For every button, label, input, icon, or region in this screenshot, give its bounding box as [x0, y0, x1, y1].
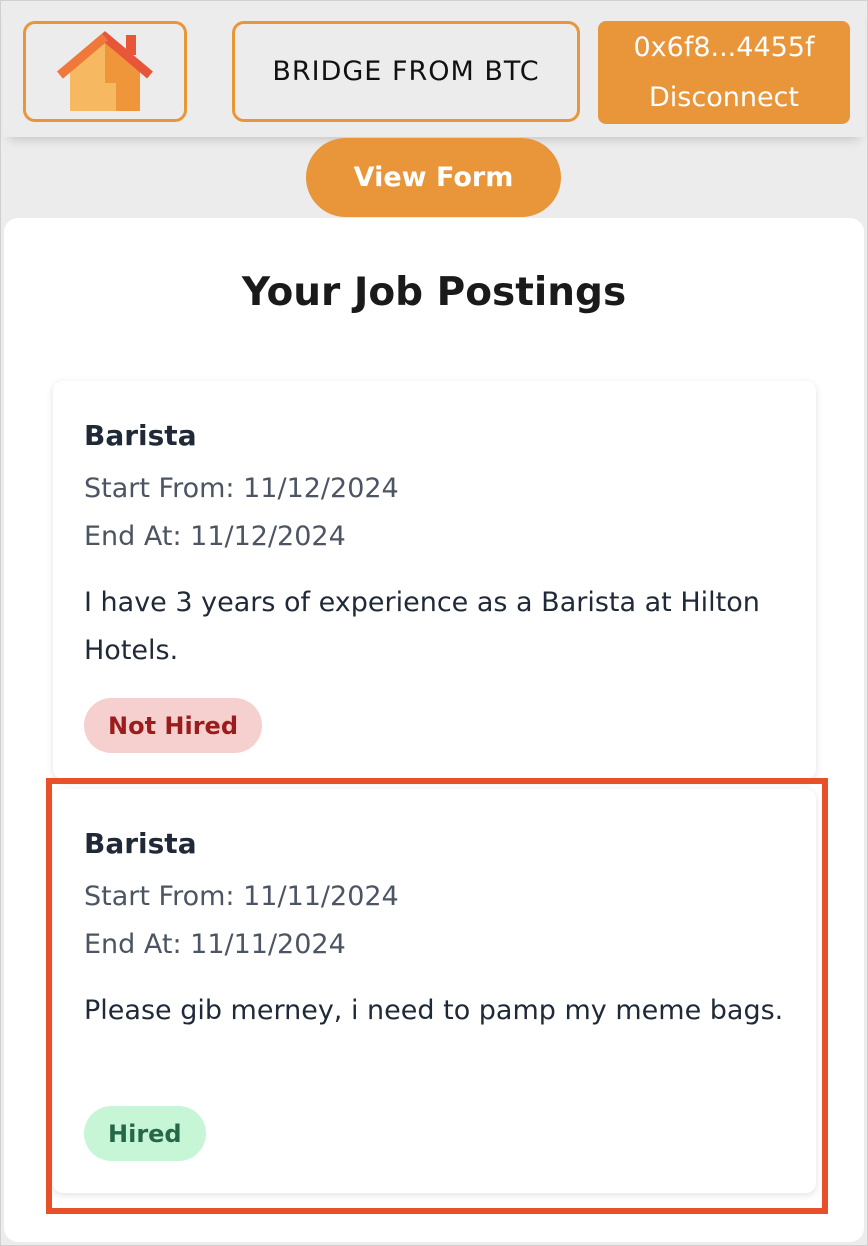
view-form-label: View Form	[353, 162, 514, 193]
view-form-button[interactable]: View Form	[306, 138, 561, 217]
job-posting-card: Barista Start From: 11/12/2024 End At: 1…	[53, 381, 816, 779]
job-description: Please gib merney, i need to pamp my mem…	[84, 995, 784, 1026]
disconnect-label: Disconnect	[649, 81, 799, 113]
wallet-disconnect-button[interactable]: 0x6f8...4455f Disconnect	[598, 21, 850, 124]
status-badge: Not Hired	[84, 698, 263, 753]
job-start-date: Start From: 11/12/2024	[84, 473, 399, 504]
job-end-date: End At: 11/12/2024	[84, 521, 346, 552]
job-title: Barista	[84, 419, 197, 452]
job-start-date: Start From: 11/11/2024	[84, 881, 399, 912]
job-description: I have 3 years of experience as a Barist…	[84, 587, 760, 666]
bridge-button-label: BRIDGE FROM BTC	[272, 56, 540, 87]
page-title: Your Job Postings	[241, 270, 627, 315]
bridge-from-btc-button[interactable]: BRIDGE FROM BTC	[232, 21, 580, 122]
job-posting-card: Barista Start From: 11/11/2024 End At: 1…	[53, 789, 816, 1193]
job-title: Barista	[84, 827, 197, 860]
status-badge: Hired	[84, 1106, 206, 1161]
job-end-date: End At: 11/11/2024	[84, 929, 346, 960]
house-icon	[57, 30, 153, 111]
top-navbar: BRIDGE FROM BTC 0x6f8...4455f Disconnect	[3, 3, 865, 137]
wallet-address: 0x6f8...4455f	[633, 31, 815, 63]
home-button[interactable]	[23, 21, 187, 122]
